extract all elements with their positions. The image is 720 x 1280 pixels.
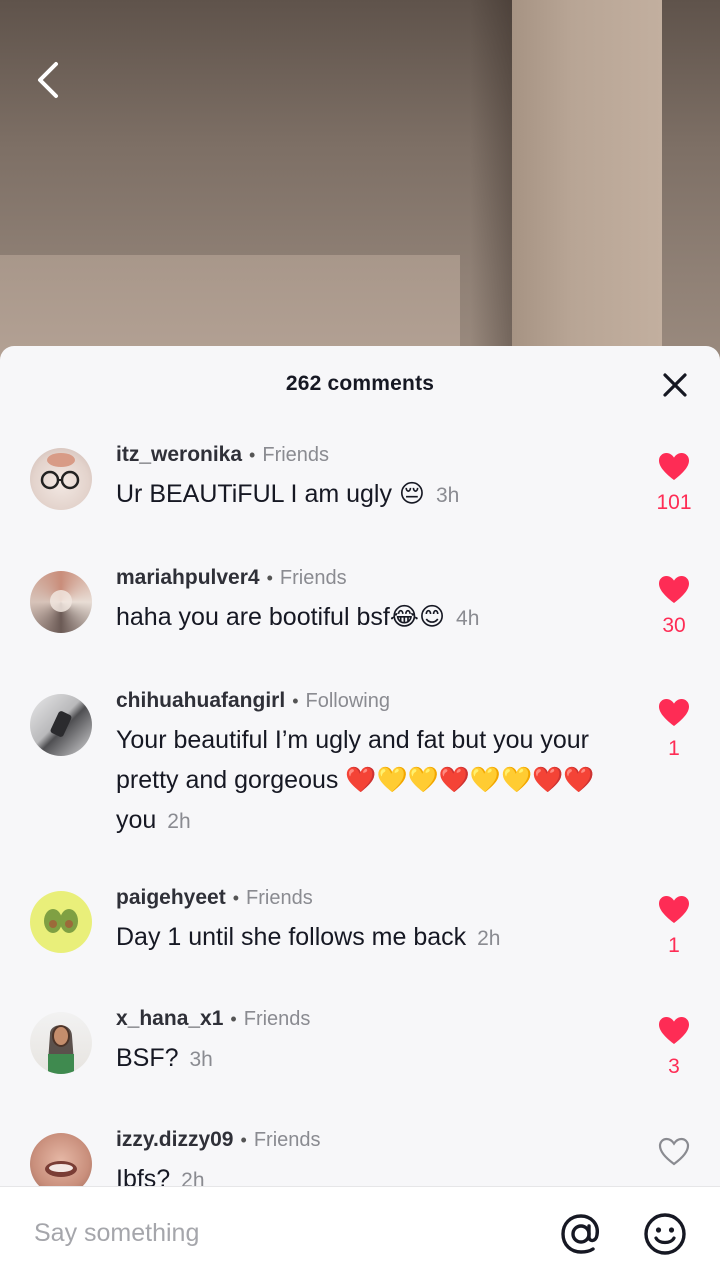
comment-body: mariahpulver4 • Friends haha you are boo… — [116, 565, 620, 688]
like-button[interactable]: 101 — [656, 452, 692, 515]
at-icon[interactable] — [558, 1211, 604, 1257]
comments-sheet: 262 comments itz_weronika • Friends Ur B… — [0, 346, 720, 1280]
separator-dot: • — [232, 888, 240, 908]
comment-list[interactable]: itz_weronika • Friends Ur BEAUTiFUL I am… — [0, 442, 720, 1186]
comment-time: 3h — [435, 484, 460, 507]
like-count: 101 — [656, 491, 692, 514]
heart-icon — [659, 453, 689, 480]
relation-label: Friends — [246, 887, 313, 909]
heart-icon — [659, 576, 689, 603]
comment-meta: x_hana_x1 • Friends — [116, 1006, 620, 1032]
comment-body: itz_weronika • Friends Ur BEAUTiFUL I am… — [116, 442, 620, 565]
comment-text-content: Ur BEAUTiFUL I am ugly 😔 — [116, 480, 425, 508]
comment-input-bar — [0, 1186, 720, 1280]
separator-dot: • — [249, 445, 256, 465]
heart-icon — [659, 1017, 689, 1044]
separator-dot: • — [292, 691, 299, 711]
comments-header: 262 comments — [0, 346, 720, 422]
like-button[interactable]: 1 — [656, 895, 692, 958]
separator-dot: • — [266, 568, 273, 588]
comment-meta: mariahpulver4 • Friends — [116, 565, 620, 591]
like-count: 3 — [668, 1055, 680, 1078]
comment-text-content: Ibfs? — [116, 1165, 171, 1186]
username[interactable]: chihuahuafangirl — [116, 688, 285, 714]
comment-text: haha you are bootiful bsf😂😊 4h — [116, 597, 620, 639]
like-button[interactable] — [656, 1137, 692, 1176]
comment-item: x_hana_x1 • Friends BSF? 3h 3 — [0, 1006, 720, 1127]
comment-meta: paigehyeet • Friends — [116, 885, 620, 911]
comment-time: 2h — [181, 1169, 205, 1186]
username[interactable]: izzy.dizzy09 — [116, 1127, 234, 1153]
pillar-shadow — [470, 0, 515, 360]
comment-time: 3h — [189, 1048, 213, 1071]
relation-label: Friends — [279, 567, 347, 589]
comment-text: Day 1 until she follows me back 2h — [116, 917, 620, 959]
comment-body: chihuahuafangirl • Following Your beauti… — [116, 688, 620, 885]
like-count: 1 — [668, 934, 680, 957]
separator-dot: • — [240, 1130, 247, 1150]
comment-body: izzy.dizzy09 • Friends Ibfs? 2h — [116, 1127, 620, 1186]
username[interactable]: mariahpulver4 — [116, 565, 260, 591]
comment-item: izzy.dizzy09 • Friends Ibfs? 2h — [0, 1127, 720, 1186]
comment-item: mariahpulver4 • Friends haha you are boo… — [0, 565, 720, 688]
comment-text: Your beautiful I’m ugly and fat but you … — [116, 720, 620, 842]
avatar[interactable] — [30, 571, 92, 633]
comment-text: Ur BEAUTiFUL I am ugly 😔 3h — [116, 474, 620, 516]
separator-dot: • — [230, 1009, 237, 1029]
comment-text-content: haha you are bootiful bsf😂😊 — [116, 603, 446, 631]
comment-time: 2h — [167, 810, 191, 833]
heart-icon — [659, 699, 689, 726]
avatar[interactable] — [30, 891, 92, 953]
comment-count: 262 comments — [285, 372, 435, 395]
relation-label: Friends — [253, 1129, 321, 1151]
chevron-left-icon[interactable] — [28, 58, 68, 102]
like-count: 1 — [668, 737, 680, 760]
avatar[interactable] — [30, 448, 92, 510]
wall-lower — [0, 255, 460, 360]
avatar[interactable] — [30, 1133, 92, 1186]
relation-label: Friends — [262, 444, 330, 466]
close-icon[interactable] — [662, 372, 688, 398]
comment-text-content: Day 1 until she follows me back — [116, 923, 467, 951]
comment-body: paigehyeet • Friends Day 1 until she fol… — [116, 885, 620, 1006]
comment-meta: itz_weronika • Friends — [116, 442, 620, 468]
avatar[interactable] — [30, 1012, 92, 1074]
comment-text: Ibfs? 2h — [116, 1159, 620, 1186]
like-button[interactable]: 1 — [656, 698, 692, 761]
heart-icon — [659, 896, 689, 923]
comment-meta: chihuahuafangirl • Following — [116, 688, 620, 714]
comment-text-content: BSF? — [116, 1044, 179, 1072]
avatar[interactable] — [30, 694, 92, 756]
video-background — [0, 0, 720, 360]
like-count: 30 — [662, 614, 686, 637]
heart-outline-icon — [658, 1137, 690, 1166]
like-button[interactable]: 30 — [656, 575, 692, 638]
comment-input[interactable] — [34, 1219, 558, 1248]
relation-label: Following — [305, 690, 390, 712]
comment-item: paigehyeet • Friends Day 1 until she fol… — [0, 885, 720, 1006]
wall-pillar — [512, 0, 662, 360]
comment-item: chihuahuafangirl • Following Your beauti… — [0, 688, 720, 885]
comment-item: itz_weronika • Friends Ur BEAUTiFUL I am… — [0, 442, 720, 565]
username[interactable]: paigehyeet — [116, 885, 226, 911]
like-button[interactable]: 3 — [656, 1016, 692, 1079]
comment-time: 4h — [456, 607, 480, 630]
relation-label: Friends — [243, 1008, 311, 1030]
comment-body: x_hana_x1 • Friends BSF? 3h — [116, 1006, 620, 1127]
emoji-icon[interactable] — [642, 1211, 688, 1257]
comment-text: BSF? 3h — [116, 1038, 620, 1080]
username[interactable]: x_hana_x1 — [116, 1006, 223, 1032]
username[interactable]: itz_weronika — [116, 442, 242, 468]
comment-time: 2h — [477, 927, 501, 950]
comment-meta: izzy.dizzy09 • Friends — [116, 1127, 620, 1153]
